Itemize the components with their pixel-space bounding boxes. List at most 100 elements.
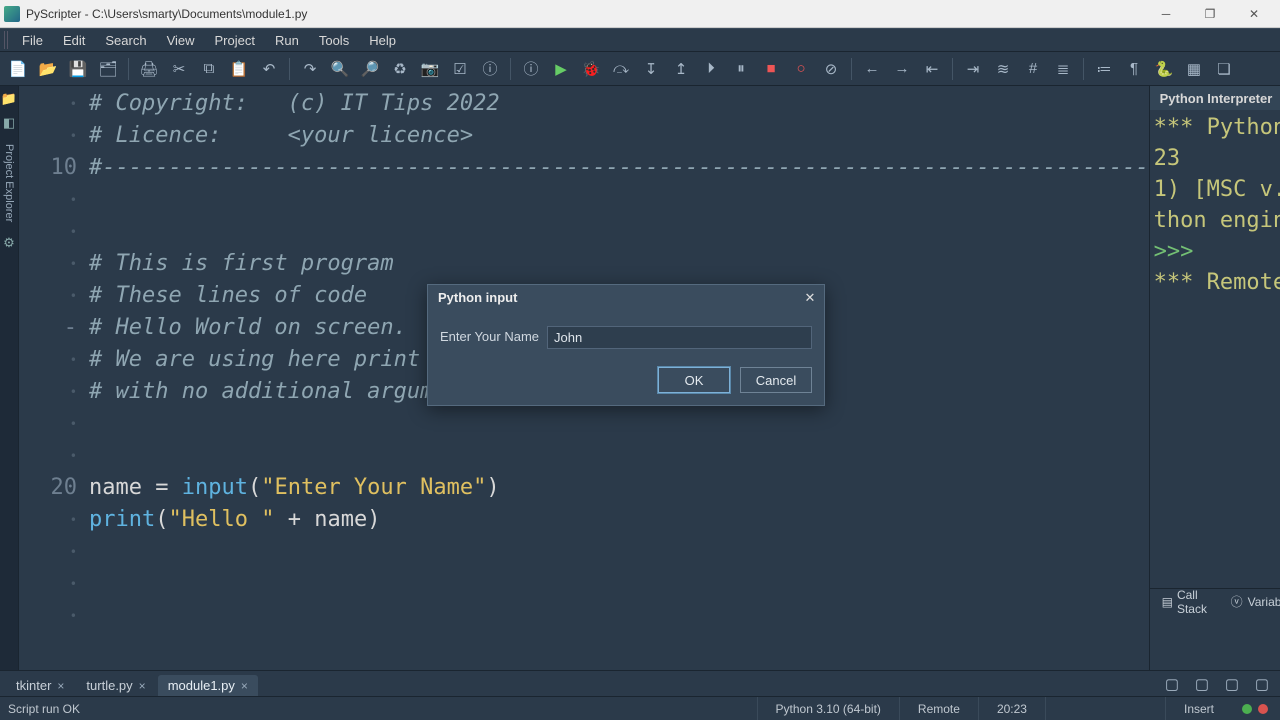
window-title: PyScripter - C:\Users\smarty\Documents\m… bbox=[26, 7, 307, 21]
close-tab-icon[interactable]: × bbox=[57, 679, 64, 693]
menu-edit[interactable]: Edit bbox=[53, 31, 95, 50]
paste-icon[interactable]: 📋 bbox=[227, 57, 251, 81]
indent-icon[interactable]: ⇥ bbox=[961, 57, 985, 81]
layout-left-icon[interactable]: ▢ bbox=[1220, 672, 1244, 696]
editor-tab-tkinter[interactable]: tkinter × bbox=[6, 675, 74, 696]
save-all-icon[interactable]: 🗂 bbox=[96, 57, 120, 81]
layout-copy-icon[interactable]: ▢ bbox=[1190, 672, 1214, 696]
python-input-dialog: Python input ✕ Enter Your Name OK Cancel bbox=[427, 284, 825, 406]
interpreter-panel: Python Interpreter *** Python 3.10.4 (ta… bbox=[1149, 86, 1280, 670]
open-file-icon[interactable]: 📂 bbox=[36, 57, 60, 81]
layout-icon[interactable]: ▦ bbox=[1182, 57, 1206, 81]
step-over-icon[interactable]: ⤼ bbox=[609, 57, 633, 81]
maximize-button[interactable]: ❐ bbox=[1188, 1, 1232, 27]
copy-icon[interactable]: ⧉ bbox=[197, 57, 221, 81]
main-area: 📁 ◧ Project Explorer ⚙ ••10••••-••••20••… bbox=[0, 86, 1280, 670]
run-icon[interactable]: ▶ bbox=[549, 57, 573, 81]
editor-tab-module1-py[interactable]: module1.py× bbox=[158, 675, 258, 696]
close-button[interactable]: ✕ bbox=[1232, 1, 1276, 27]
status-leds bbox=[1232, 697, 1272, 720]
module-icon[interactable]: ◧ bbox=[0, 114, 18, 132]
outdent-icon[interactable]: ⇤ bbox=[920, 57, 944, 81]
nav-fwd-icon[interactable]: → bbox=[890, 57, 914, 81]
interpreter-output[interactable]: *** Python 3.10.4 (tags/v3.10.4:9d38120,… bbox=[1150, 110, 1280, 588]
left-rail[interactable]: 📁 ◧ Project Explorer ⚙ bbox=[0, 86, 19, 670]
menu-bar: FileEditSearchViewProjectRunToolsHelp bbox=[0, 28, 1280, 52]
layout-grid-icon[interactable]: ▢ bbox=[1250, 672, 1274, 696]
led-green-icon bbox=[1242, 704, 1252, 714]
close-tab-icon[interactable]: × bbox=[139, 679, 146, 693]
snapshot-icon[interactable]: 📷 bbox=[418, 57, 442, 81]
toggle-grid-icon[interactable]: # bbox=[1021, 57, 1045, 81]
panel-tab-label: Variables bbox=[1248, 595, 1280, 609]
dialog-input[interactable] bbox=[547, 326, 812, 349]
undo-icon[interactable]: ↶ bbox=[257, 57, 281, 81]
toggle-comment-icon[interactable]: ≋ bbox=[991, 57, 1015, 81]
menu-tools[interactable]: Tools bbox=[309, 31, 359, 50]
status-caret-pos: 20:23 bbox=[978, 697, 1045, 720]
interpreter-spacer bbox=[1150, 614, 1280, 670]
code-editor[interactable]: ••10••••-••••20•••• # Copyright: (c) IT … bbox=[19, 86, 1149, 670]
main-toolbar: 📄📂💾🗂🖨✂⧉📋↶↷🔍🔎♻📷☑ⓘⓘ▶🐞⤼↧↥⏵⏸■○⊘←→⇤⇥≋#≣≔¶🐍▦❏ bbox=[0, 52, 1280, 86]
panel-tab-label: Call Stack bbox=[1177, 588, 1210, 616]
cut-icon[interactable]: ✂ bbox=[167, 57, 191, 81]
info-icon[interactable]: ⓘ bbox=[478, 57, 502, 81]
tool-icon[interactable]: ⚙ bbox=[0, 234, 18, 252]
status-gap bbox=[1045, 697, 1165, 720]
stop-icon[interactable]: ■ bbox=[759, 57, 783, 81]
stop-record-icon[interactable]: ⊘ bbox=[819, 57, 843, 81]
editor-tab-turtle-py[interactable]: turtle.py× bbox=[76, 675, 155, 696]
folder-icon[interactable]: 📁 bbox=[0, 90, 18, 108]
step-out-icon[interactable]: ↥ bbox=[669, 57, 693, 81]
menu-search[interactable]: Search bbox=[95, 31, 156, 50]
replace-icon[interactable]: ♻ bbox=[388, 57, 412, 81]
layout-back-icon[interactable]: ▢ bbox=[1160, 672, 1184, 696]
bottom-tool-tabs: ▤Call StackⓥVariables👁Watches◉Breakpoint… bbox=[1150, 588, 1280, 614]
ok-button[interactable]: OK bbox=[658, 367, 730, 393]
debug-icon[interactable]: 🐞 bbox=[579, 57, 603, 81]
find-fwd-icon[interactable]: 🔎 bbox=[358, 57, 382, 81]
print-icon[interactable]: 🖨 bbox=[137, 57, 161, 81]
app-icon bbox=[4, 6, 20, 22]
panel-tab-call-stack[interactable]: ▤ Call Stack bbox=[1156, 586, 1216, 618]
screens-icon[interactable]: ❏ bbox=[1212, 57, 1236, 81]
menu-file[interactable]: File bbox=[12, 31, 53, 50]
project-explorer-label[interactable]: Project Explorer bbox=[3, 138, 15, 228]
dialog-prompt-label: Enter Your Name bbox=[440, 321, 539, 353]
para-icon[interactable]: ≔ bbox=[1092, 57, 1116, 81]
status-message: Script run OK bbox=[8, 697, 757, 720]
menu-help[interactable]: Help bbox=[359, 31, 406, 50]
stack-icon: ▤ bbox=[1162, 595, 1173, 609]
step-into-icon[interactable]: ↧ bbox=[639, 57, 663, 81]
editor-tab-label: tkinter bbox=[16, 678, 51, 693]
led-red-icon bbox=[1258, 704, 1268, 714]
save-icon[interactable]: 💾 bbox=[66, 57, 90, 81]
window-titlebar: PyScripter - C:\Users\smarty\Documents\m… bbox=[0, 0, 1280, 28]
menu-view[interactable]: View bbox=[157, 31, 205, 50]
find-icon[interactable]: 🔍 bbox=[328, 57, 352, 81]
status-python[interactable]: Python 3.10 (64-bit) bbox=[757, 697, 899, 720]
menu-project[interactable]: Project bbox=[205, 31, 265, 50]
record-icon[interactable]: ○ bbox=[789, 57, 813, 81]
info2-icon[interactable]: ⓘ bbox=[519, 57, 543, 81]
dialog-close-icon[interactable]: ✕ bbox=[800, 289, 820, 307]
nav-back-icon[interactable]: ← bbox=[860, 57, 884, 81]
panel-tab-variables[interactable]: ⓥVariables bbox=[1224, 593, 1280, 611]
grip-icon bbox=[4, 31, 8, 49]
editor-tab-bar: tkinter×turtle.py×module1.py×▢▢▢▢ bbox=[0, 670, 1280, 696]
interpreter-title: Python Interpreter bbox=[1150, 86, 1280, 110]
dialog-title: Python input bbox=[428, 285, 824, 311]
continue-icon[interactable]: ⏵ bbox=[699, 57, 723, 81]
close-tab-icon[interactable]: × bbox=[241, 679, 248, 693]
todo-icon[interactable]: ☑ bbox=[448, 57, 472, 81]
cancel-button[interactable]: Cancel bbox=[740, 367, 812, 393]
redo-icon[interactable]: ↷ bbox=[298, 57, 322, 81]
pilcrow-icon[interactable]: ¶ bbox=[1122, 57, 1146, 81]
python-icon[interactable]: 🐍 bbox=[1152, 57, 1176, 81]
status-mode: Remote bbox=[899, 697, 978, 720]
new-file-icon[interactable]: 📄 bbox=[6, 57, 30, 81]
pause-icon[interactable]: ⏸ bbox=[729, 57, 753, 81]
list-icon[interactable]: ≣ bbox=[1051, 57, 1075, 81]
minimize-button[interactable]: ─ bbox=[1144, 1, 1188, 27]
menu-run[interactable]: Run bbox=[265, 31, 309, 50]
